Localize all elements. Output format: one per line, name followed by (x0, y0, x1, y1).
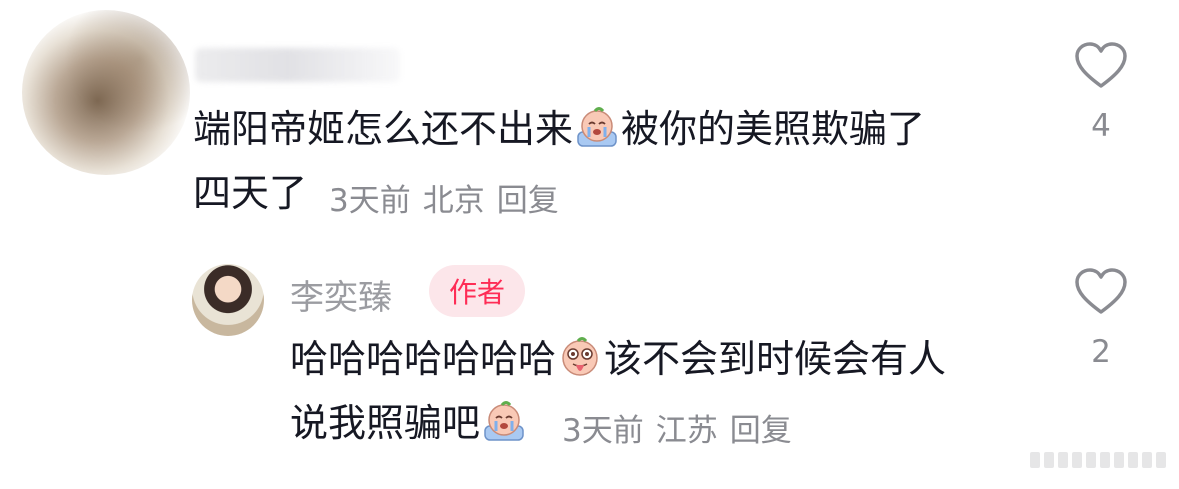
username[interactable]: 李奕臻 (290, 270, 392, 319)
avatar[interactable] (192, 264, 264, 336)
heart-icon[interactable] (1074, 42, 1128, 90)
heart-icon[interactable] (1074, 268, 1128, 316)
reply-time: 3天前 (562, 413, 644, 449)
comment-text-part: 被你的美照欺骗了 (621, 107, 926, 151)
comment-location: 北京 (422, 183, 485, 219)
like-count: 4 (1091, 108, 1111, 144)
crying-emoji-icon (484, 401, 524, 441)
reply-text-part: 说我照骗吧 (290, 401, 481, 445)
reply-text-part: 哈哈哈哈哈哈哈 (290, 337, 557, 381)
watermark (1030, 452, 1166, 468)
like-control[interactable]: 2 (1072, 268, 1130, 370)
comment-text-line-1: 端阳帝姬怎么还不出来 被你的美照欺骗了 (193, 106, 925, 152)
reply-button[interactable]: 回复 (497, 183, 559, 219)
reply-text-part: 该不会到时候会有人 (604, 337, 947, 381)
like-control[interactable]: 4 (1072, 42, 1130, 144)
blurred-username[interactable] (195, 48, 400, 82)
crying-emoji-icon (577, 107, 617, 147)
avatar[interactable] (22, 10, 190, 175)
comment-meta: 3天前 北京 回复 (329, 175, 571, 220)
reply-meta: 3天前 江苏 回复 (562, 405, 804, 450)
reply-button[interactable]: 回复 (730, 413, 792, 449)
reply-location: 江苏 (655, 413, 718, 449)
like-count: 2 (1091, 334, 1111, 370)
reply-text-line-2: 说我照骗吧 (290, 400, 528, 446)
author-badge: 作者 (429, 265, 525, 317)
tongue-out-emoji-icon (562, 337, 598, 376)
comment-text-line-2: 四天了 (193, 170, 307, 216)
reply-text-line-1: 哈哈哈哈哈哈哈 该不会到时候会有人 (290, 336, 946, 382)
comment-text-part: 四天了 (193, 171, 308, 215)
comment-text-part: 端阳帝姬怎么还不出来 (193, 107, 574, 151)
comment-time: 3天前 (329, 183, 411, 219)
